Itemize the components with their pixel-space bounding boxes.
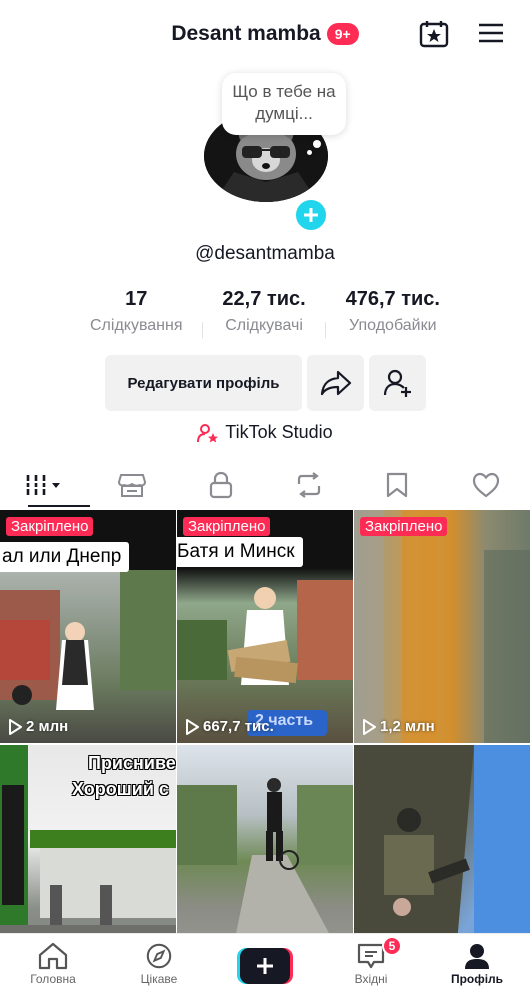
video-thumbnail[interactable]: Закріплено 1,2 млн xyxy=(354,510,530,743)
bottom-nav: Головна Цікаве 5 Вхідні Профіль xyxy=(0,933,530,999)
profile-icon xyxy=(465,944,489,969)
shop-icon xyxy=(118,474,147,497)
stat-label: Слідкування xyxy=(90,317,183,334)
video-caption: Присниве xyxy=(88,753,176,773)
view-count-value: 2 млн xyxy=(26,718,69,735)
nav-label: Профіль xyxy=(450,972,504,986)
create-icon xyxy=(237,948,293,984)
nav-label: Головна xyxy=(30,972,76,986)
stat-likes[interactable]: 476,7 тис. Уподобайки xyxy=(346,288,440,335)
pinned-badge: Закріплено xyxy=(360,517,448,536)
nav-create[interactable] xyxy=(212,934,318,999)
profile-tabs xyxy=(0,462,530,508)
bubble-dot xyxy=(313,140,321,148)
bubble-dot xyxy=(307,150,312,155)
nav-home[interactable]: Головна xyxy=(0,934,106,999)
compass-icon xyxy=(146,943,172,969)
nav-profile[interactable]: Профіль xyxy=(424,934,530,999)
nav-label: Вхідні xyxy=(354,972,388,986)
add-friends-button[interactable] xyxy=(369,355,426,411)
inbox-badge: 5 xyxy=(382,936,402,956)
video-grid: Закріплено ал или Днепр 2 млн Закріплено… xyxy=(0,510,530,978)
stat-value: 22,7 тис. xyxy=(222,288,306,310)
stat-followers[interactable]: 22,7 тис. Слідкувачі xyxy=(222,288,305,335)
nav-inbox[interactable]: 5 Вхідні xyxy=(318,934,424,999)
video-caption: Батя и Минск xyxy=(177,537,303,567)
stat-label: Слідкувачі xyxy=(225,317,303,334)
pinned-badge: Закріплено xyxy=(6,517,94,536)
active-tab-indicator xyxy=(28,505,90,507)
play-icon xyxy=(186,718,199,735)
play-icon xyxy=(363,718,376,735)
view-count-value: 1,2 млн xyxy=(380,718,435,735)
nav-label: Цікаве xyxy=(140,972,178,986)
divider xyxy=(325,322,327,338)
studio-label: TikTok Studio xyxy=(225,422,333,442)
stat-label: Уподобайки xyxy=(349,317,437,334)
edit-profile-button[interactable]: Редагувати профіль xyxy=(105,355,302,411)
play-icon xyxy=(9,718,22,735)
stat-value: 476,7 тис. xyxy=(345,288,440,310)
video-frame-image xyxy=(354,510,530,743)
creator-star-icon xyxy=(197,423,219,442)
video-caption: Хороший с xyxy=(72,779,169,799)
header: Desant mamba 9+ xyxy=(0,0,530,70)
pinned-badge: Закріплено xyxy=(183,517,271,536)
stats-row: 17 Слідкування 22,7 тис. Слідкувачі 476,… xyxy=(90,288,440,338)
video-caption: ал или Днепр xyxy=(0,542,130,572)
menu-icon[interactable] xyxy=(478,22,504,44)
home-icon xyxy=(38,942,68,970)
video-thumbnail[interactable]: Закріплено ал или Днепр 2 млн xyxy=(0,510,176,743)
account-title[interactable]: Desant mamba xyxy=(171,22,320,46)
lock-icon xyxy=(209,471,232,499)
add-story-button[interactable] xyxy=(293,197,329,233)
view-count: 667,7 тис. xyxy=(185,718,274,735)
thought-bubble[interactable]: Що в тебе на думці... xyxy=(222,73,346,135)
repost-icon xyxy=(298,472,321,498)
divider xyxy=(201,322,203,338)
share-arrow-icon xyxy=(320,370,351,396)
tab-videos[interactable] xyxy=(0,462,88,508)
bookmark-icon xyxy=(387,472,408,498)
add-user-icon xyxy=(383,369,411,397)
grid-dropdown-icon xyxy=(24,475,61,495)
title-wrap[interactable]: Desant mamba 9+ xyxy=(0,22,530,46)
tab-reposts[interactable] xyxy=(265,462,353,508)
tab-private[interactable] xyxy=(177,462,265,508)
tab-favorites[interactable] xyxy=(353,462,441,508)
video-thumbnail[interactable]: Закріплено Батя и Минск 2 часть 667,7 ти… xyxy=(177,510,353,743)
calendar-star-icon[interactable] xyxy=(419,20,449,48)
plus-icon xyxy=(304,208,318,222)
view-count-value: 667,7 тис. xyxy=(203,718,274,735)
username: @desantmamba xyxy=(195,243,335,264)
tab-shop[interactable] xyxy=(88,462,176,508)
view-count: 2 млн xyxy=(8,718,68,735)
tab-liked[interactable] xyxy=(442,462,530,508)
share-profile-button[interactable] xyxy=(307,355,364,411)
nav-discover[interactable]: Цікаве xyxy=(106,934,212,999)
heart-icon xyxy=(472,472,499,498)
tiktok-studio-link[interactable]: TikTok Studio xyxy=(0,422,530,443)
stat-value: 17 xyxy=(125,288,148,310)
view-count: 1,2 млн xyxy=(362,718,435,735)
account-badge: 9+ xyxy=(326,23,359,45)
stat-following[interactable]: 17 Слідкування xyxy=(90,288,183,335)
